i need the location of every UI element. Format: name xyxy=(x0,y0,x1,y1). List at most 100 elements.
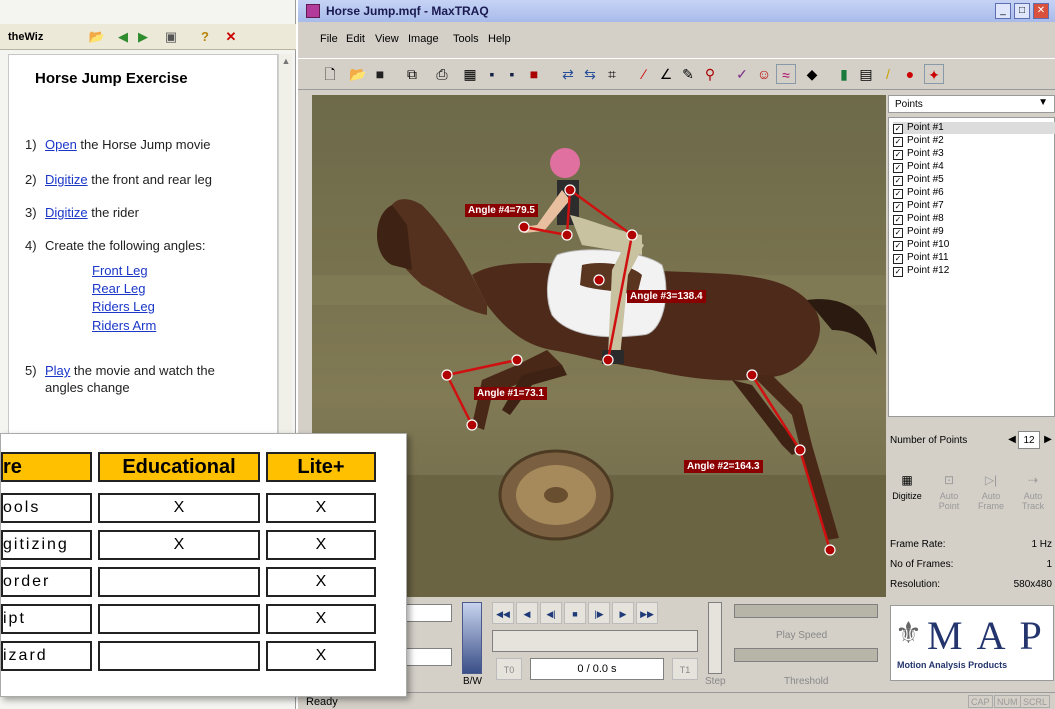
point-item[interactable]: ✓ Point #10 xyxy=(893,239,949,251)
check-angle-icon[interactable]: ✓ xyxy=(732,64,752,84)
line-tool-icon[interactable]: ∕ xyxy=(634,64,654,84)
pen-icon[interactable]: ✎ xyxy=(678,64,698,84)
menu-help[interactable]: Help xyxy=(488,33,511,45)
rear-leg-link[interactable]: Rear Leg xyxy=(92,281,145,296)
decrement-icon[interactable]: ◀ xyxy=(1006,431,1018,449)
menu-tools[interactable]: Tools xyxy=(453,33,479,45)
auto-track-button[interactable]: ⇢ Auto Track xyxy=(1014,473,1052,521)
play-link[interactable]: Play xyxy=(45,363,70,378)
grid-icon[interactable]: ▦ xyxy=(460,64,480,84)
play-icon[interactable]: ▶ xyxy=(612,602,634,624)
checkbox-icon[interactable]: ✓ xyxy=(893,241,903,251)
open-folder-icon[interactable]: 📂 xyxy=(88,28,106,46)
back-arrow-icon[interactable]: ◀ xyxy=(114,28,132,46)
open-icon[interactable]: 📂 xyxy=(348,64,368,84)
checkbox-icon[interactable]: ✓ xyxy=(893,137,903,147)
checkbox-icon[interactable]: ✓ xyxy=(893,150,903,160)
scroll-up-icon[interactable]: ▲ xyxy=(280,56,292,68)
checkbox-icon[interactable]: ✓ xyxy=(893,163,903,173)
front-leg-link[interactable]: Front Leg xyxy=(92,263,148,278)
app-icon xyxy=(306,4,320,18)
t1-button[interactable]: T1 xyxy=(672,658,698,680)
frame-icon-2[interactable]: ▪ xyxy=(502,64,522,84)
print-icon[interactable]: ⎙ xyxy=(432,64,452,84)
graph-icon[interactable]: ≈ xyxy=(776,64,796,84)
pages-icon[interactable]: ▣ xyxy=(162,28,180,46)
stop-icon[interactable]: ■ xyxy=(564,602,586,624)
record-icon[interactable]: ■ xyxy=(524,64,544,84)
frame-icon-1[interactable]: ▪ xyxy=(482,64,502,84)
menu-file[interactable]: File xyxy=(320,33,338,45)
prev-frame-icon[interactable]: ◀ xyxy=(516,602,538,624)
crop-icon[interactable]: ⌗ xyxy=(602,64,622,84)
minimize-icon[interactable]: _ xyxy=(995,3,1011,19)
point-item[interactable]: ✓ Point #8 xyxy=(893,213,944,225)
point-item[interactable]: ✓ Point #5 xyxy=(893,174,944,186)
riders-arm-link[interactable]: Riders Arm xyxy=(92,318,156,333)
number-of-points-stepper[interactable]: ◀ 12 ▶ xyxy=(1006,431,1054,449)
digitize-button[interactable]: ▦ Digitize xyxy=(888,473,926,521)
close-icon[interactable]: ✕ xyxy=(222,28,240,46)
checkbox-icon[interactable]: ✓ xyxy=(893,254,903,264)
last-frame-icon[interactable]: ▶▶ xyxy=(636,602,658,624)
window-close-icon[interactable]: ✕ xyxy=(1033,3,1049,19)
new-file-icon[interactable]: 🗋 xyxy=(320,64,340,84)
point-item[interactable]: ✓ Point #11 xyxy=(893,252,949,264)
increment-icon[interactable]: ▶ xyxy=(1042,431,1054,449)
point-item[interactable]: ✓ Point #4 xyxy=(893,161,944,173)
angle-tool-icon[interactable]: ∠ xyxy=(656,64,676,84)
checkbox-icon[interactable]: ✓ xyxy=(893,228,903,238)
save-icon[interactable]: ■ xyxy=(370,64,390,84)
step-forward-icon[interactable]: |▶ xyxy=(588,602,610,624)
brush-icon[interactable]: / xyxy=(878,64,898,84)
play-speed-slider[interactable] xyxy=(734,604,878,618)
bw-slider[interactable] xyxy=(462,602,482,674)
points-dropdown[interactable]: Points ▼ xyxy=(888,95,1055,113)
point-item[interactable]: ✓ Point #9 xyxy=(893,226,944,238)
rotate-icon[interactable]: ⇄ xyxy=(558,64,578,84)
figure-icon[interactable]: ☺ xyxy=(754,64,774,84)
checkbox-icon[interactable]: ✓ xyxy=(893,215,903,225)
checkbox-icon[interactable]: ✓ xyxy=(893,189,903,199)
forward-arrow-icon[interactable]: ▶ xyxy=(134,28,152,46)
checkbox-icon[interactable]: ✓ xyxy=(893,124,903,134)
number-of-points-value[interactable]: 12 xyxy=(1018,431,1040,449)
flip-icon[interactable]: ⇆ xyxy=(580,64,600,84)
auto-point-button[interactable]: ⊡ Auto Point xyxy=(930,473,968,521)
point-item[interactable]: ✓ Point #1 xyxy=(893,122,1055,134)
menu-edit[interactable]: Edit xyxy=(346,33,365,45)
point-item[interactable]: ✓ Point #3 xyxy=(893,148,944,160)
wizard-icon[interactable]: ✦ xyxy=(924,64,944,84)
digitize-legs-link[interactable]: Digitize xyxy=(45,172,88,187)
point-item[interactable]: ✓ Point #7 xyxy=(893,200,944,212)
point-item[interactable]: ✓ Point #2 xyxy=(893,135,944,147)
t0-button[interactable]: T0 xyxy=(496,658,522,680)
measure-icon[interactable]: ⚲ xyxy=(700,64,720,84)
wizard-toolbar: theWiz 📂 ◀ ▶ ▣ ? ✕ xyxy=(0,24,296,50)
point-item[interactable]: ✓ Point #6 xyxy=(893,187,944,199)
step-scrollbar[interactable] xyxy=(708,602,722,674)
checkbox-icon[interactable]: ✓ xyxy=(893,202,903,212)
dropdown-arrow-icon[interactable]: ▼ xyxy=(1038,97,1048,108)
clear-icon[interactable]: ● xyxy=(900,64,920,84)
checkbox-icon[interactable]: ✓ xyxy=(893,267,903,277)
menu-view[interactable]: View xyxy=(375,33,399,45)
threshold-slider[interactable] xyxy=(734,648,878,662)
report-icon[interactable]: ▤ xyxy=(856,64,876,84)
erase-icon[interactable]: ◆ xyxy=(802,64,822,84)
frame-slider[interactable] xyxy=(492,630,698,652)
riders-leg-link[interactable]: Riders Leg xyxy=(92,299,155,314)
digitize-rider-link[interactable]: Digitize xyxy=(45,205,88,220)
menu-image[interactable]: Image xyxy=(408,33,439,45)
point-item[interactable]: ✓ Point #12 xyxy=(893,265,949,277)
step-back-icon[interactable]: ◀| xyxy=(540,602,562,624)
auto-frame-button[interactable]: ▷| Auto Frame xyxy=(972,473,1010,521)
first-frame-icon[interactable]: ◀◀ xyxy=(492,602,514,624)
angle-label-1: Angle #1=73.1 xyxy=(474,387,547,400)
checkbox-icon[interactable]: ✓ xyxy=(893,176,903,186)
copy-icon[interactable]: ⧉ xyxy=(402,64,422,84)
help-icon[interactable]: ? xyxy=(196,28,214,46)
maximize-icon[interactable]: □ xyxy=(1014,3,1030,19)
calc-icon[interactable]: ▮ xyxy=(834,64,854,84)
open-link[interactable]: Open xyxy=(45,137,77,152)
